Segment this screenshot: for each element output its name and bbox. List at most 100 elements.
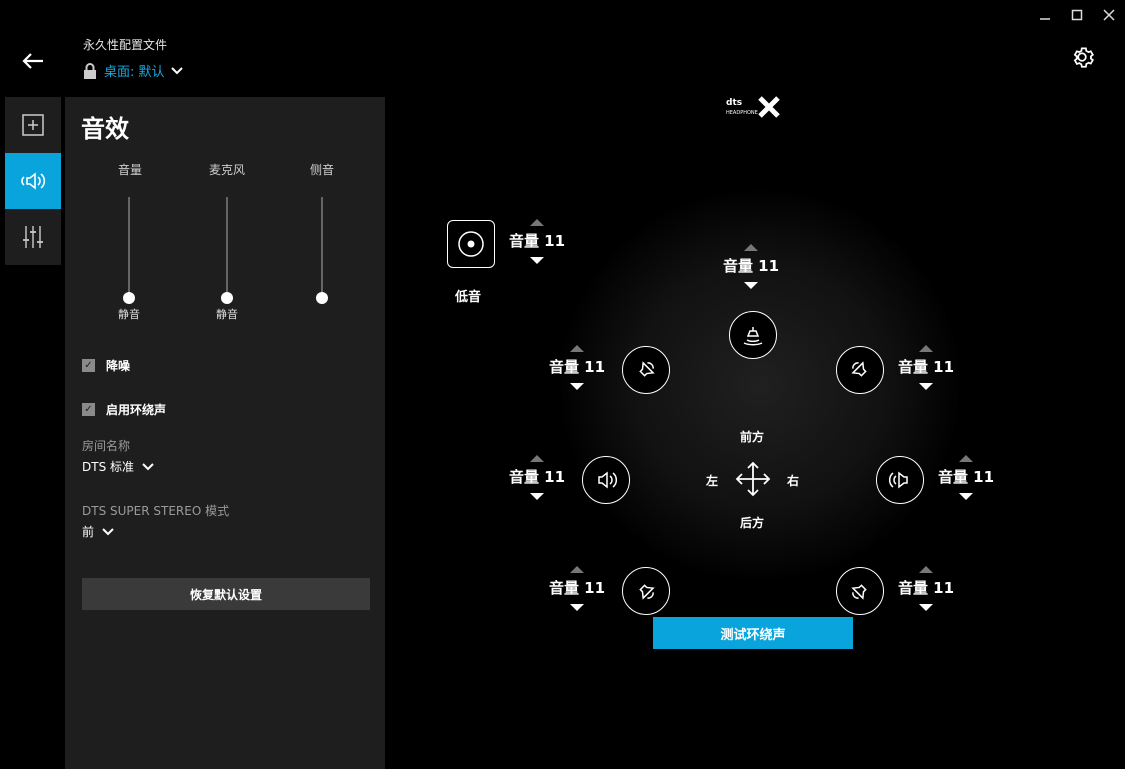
side-left-speaker-icon: [598, 471, 618, 489]
sound-effects-panel: 音效 音量 麦克风 侧音 静音 静音 ✓ 降噪 ✓ 启用环绕声 房间名称 DTS…: [65, 97, 385, 769]
surround-option[interactable]: ✓ 启用环绕声: [82, 401, 166, 418]
rear-right-speaker-icon: [851, 584, 867, 600]
volume-down-icon[interactable]: [959, 493, 973, 500]
super-stereo-dropdown[interactable]: 前: [82, 523, 114, 540]
back-direction-label: 后方: [740, 516, 765, 530]
sidetone-slider-track[interactable]: [321, 197, 323, 297]
surround-checkbox[interactable]: ✓: [82, 403, 95, 416]
minimize-button[interactable]: [1033, 8, 1057, 26]
back-button[interactable]: [18, 46, 48, 76]
super-stereo-value: 前: [82, 525, 95, 539]
rear-right-volume-control[interactable]: 音量 11: [896, 566, 956, 611]
slider-label-volume: 音量: [117, 163, 142, 177]
mic-value: 静音: [216, 308, 238, 321]
rear-right-volume: 音量 11: [897, 579, 955, 597]
side-right-speaker-button[interactable]: [876, 456, 924, 504]
move-arrows-icon: [735, 461, 771, 497]
volume-up-icon[interactable]: [744, 244, 758, 251]
dts-headphone-x-logo: dts HEADPHONE: [726, 96, 782, 118]
speaker-icon: [21, 172, 46, 190]
center-speaker-icon: [743, 327, 763, 346]
volume-down-icon[interactable]: [744, 282, 758, 289]
mic-slider-track[interactable]: [226, 197, 228, 297]
front-right-volume: 音量 11: [897, 358, 955, 376]
side-right-volume-control[interactable]: 音量 11: [936, 455, 996, 500]
volume-slider-handle[interactable]: [123, 292, 135, 304]
mic-slider-handle[interactable]: [221, 292, 233, 304]
front-right-volume-control[interactable]: 音量 11: [896, 345, 956, 390]
center-speaker-button[interactable]: [729, 311, 777, 359]
arrow-left-icon: [22, 53, 43, 69]
maximize-button[interactable]: [1065, 8, 1089, 26]
front-left-volume-control[interactable]: 音量 11: [547, 345, 607, 390]
volume-down-icon[interactable]: [570, 383, 584, 390]
chevron-down-icon: [102, 527, 114, 535]
volume-value: 静音: [118, 308, 140, 321]
room-name-label: 房间名称: [82, 439, 131, 453]
volume-up-icon[interactable]: [919, 566, 933, 573]
room-name-dropdown[interactable]: DTS 标准: [82, 458, 154, 475]
side-navigation: [5, 97, 61, 265]
position-move-control[interactable]: [735, 461, 771, 497]
rear-left-volume: 音量 11: [548, 579, 606, 597]
gear-icon: [1073, 47, 1094, 68]
add-icon: [22, 114, 44, 136]
front-right-speaker-button[interactable]: [836, 346, 884, 394]
side-right-speaker-icon: [888, 471, 908, 489]
slider-label-mic: 麦克风: [208, 163, 245, 177]
side-left-volume-control[interactable]: 音量 11: [507, 455, 567, 500]
test-surround-button[interactable]: 测试环绕声: [653, 617, 853, 649]
profile-label: 桌面: 默认: [104, 65, 165, 80]
volume-up-icon[interactable]: [570, 345, 584, 352]
surround-label: 启用环绕声: [106, 403, 167, 417]
close-icon: [1103, 9, 1115, 21]
equalizer-icon: [23, 226, 43, 248]
bass-label: 低音: [455, 290, 482, 305]
noise-reduction-checkbox[interactable]: ✓: [82, 359, 95, 372]
rear-left-speaker-button[interactable]: [622, 567, 670, 615]
left-direction-label: 左: [706, 474, 719, 488]
subwoofer-icon: [458, 231, 484, 257]
center-volume: 音量 11: [722, 257, 780, 275]
volume-down-icon[interactable]: [530, 493, 544, 500]
volume-up-icon[interactable]: [530, 219, 544, 226]
volume-up-icon[interactable]: [570, 566, 584, 573]
lock-icon: [84, 62, 96, 79]
volume-slider-track[interactable]: [128, 197, 130, 297]
rear-left-volume-control[interactable]: 音量 11: [547, 566, 607, 611]
subwoofer-speaker-button[interactable]: [447, 220, 495, 268]
side-left-speaker-button[interactable]: [582, 456, 630, 504]
noise-reduction-label: 降噪: [106, 359, 131, 373]
bass-volume-control[interactable]: 音量 11: [507, 219, 567, 264]
side-right-volume: 音量 11: [937, 468, 995, 486]
nav-item-equalizer[interactable]: [5, 209, 61, 265]
close-button[interactable]: [1097, 8, 1121, 26]
front-left-volume: 音量 11: [548, 358, 606, 376]
svg-text:HEADPHONE: HEADPHONE: [726, 110, 758, 116]
settings-button[interactable]: [1069, 44, 1095, 70]
panel-title: 音效: [81, 115, 129, 143]
profile-section-title: 永久性配置文件: [83, 38, 168, 52]
front-left-speaker-button[interactable]: [622, 346, 670, 394]
center-volume-control[interactable]: 音量 11: [721, 244, 781, 289]
volume-down-icon[interactable]: [530, 257, 544, 264]
sidetone-slider-handle[interactable]: [316, 292, 328, 304]
front-right-speaker-icon: [851, 361, 867, 377]
nav-item-sound[interactable]: [5, 153, 61, 209]
front-left-speaker-icon: [639, 361, 655, 377]
nav-item-add[interactable]: [5, 97, 61, 153]
reset-defaults-button[interactable]: 恢复默认设置: [82, 578, 370, 610]
chevron-down-icon: [142, 462, 154, 470]
profile-selector[interactable]: 桌面: 默认: [82, 61, 183, 80]
chevron-down-icon: [170, 66, 183, 74]
rear-right-speaker-button[interactable]: [836, 567, 884, 615]
volume-up-icon[interactable]: [919, 345, 933, 352]
noise-reduction-option[interactable]: ✓ 降噪: [82, 357, 130, 374]
volume-up-icon[interactable]: [530, 455, 544, 462]
volume-up-icon[interactable]: [959, 455, 973, 462]
volume-down-icon[interactable]: [919, 383, 933, 390]
volume-down-icon[interactable]: [919, 604, 933, 611]
side-left-volume: 音量 11: [508, 468, 566, 486]
volume-down-icon[interactable]: [570, 604, 584, 611]
bass-volume: 音量 11: [508, 232, 566, 250]
